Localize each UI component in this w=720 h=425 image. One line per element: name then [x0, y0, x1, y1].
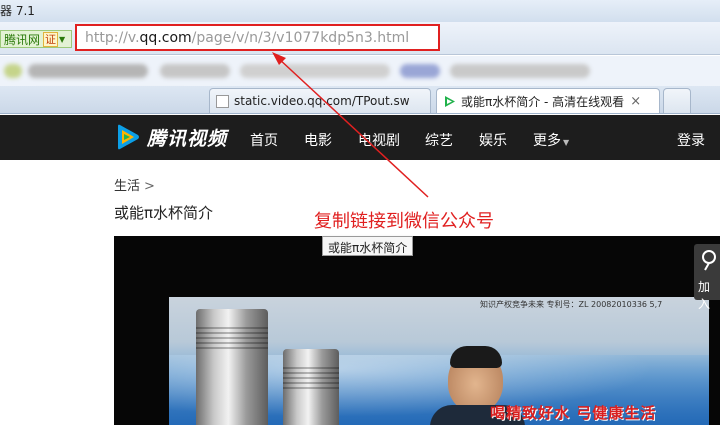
nav-home[interactable]: 首页	[250, 130, 278, 150]
bookmark-item[interactable]	[28, 64, 148, 78]
site-identity-badge[interactable]: 腾讯网 证 ▼	[0, 30, 72, 48]
tencent-video-logo-icon	[118, 124, 139, 150]
video-title: 或能π水杯简介	[114, 204, 214, 222]
chevron-down-icon: ▼	[563, 138, 570, 147]
bookmark-favicon[interactable]	[4, 64, 22, 78]
bookmark-item[interactable]	[450, 64, 590, 78]
side-widget-label: 加入	[698, 280, 711, 311]
login-link[interactable]: 登录	[677, 130, 705, 150]
browser-title: 器 7.1	[0, 4, 35, 18]
annotation-text: 复制链接到微信公众号	[314, 211, 494, 232]
site-logo[interactable]: 腾讯视频	[115, 122, 227, 152]
breadcrumb: 生活 >	[114, 175, 155, 194]
heart-icon	[702, 250, 716, 271]
video-slogan: 喝精致好水 弓健康生活	[490, 404, 657, 422]
steel-cup-image	[196, 309, 268, 425]
url-scheme: http://v.	[85, 29, 140, 46]
nav-variety[interactable]: 综艺	[425, 130, 453, 150]
logo-text: 腾讯视频	[147, 127, 228, 150]
title-tooltip: 或能π水杯简介	[322, 236, 414, 256]
certificate-icon[interactable]: 证	[43, 31, 59, 47]
tencent-video-icon	[443, 95, 456, 108]
nav-movies[interactable]: 电影	[304, 130, 332, 150]
url-host: qq.com	[139, 29, 192, 46]
presenter-hair	[450, 346, 502, 368]
chevron-down-icon[interactable]: ▼	[59, 35, 65, 44]
url-path: /page/v/n/3/v1077kdp5n3.html	[191, 29, 410, 46]
site-identity-name: 腾讯网	[4, 32, 41, 47]
tab-label: 或能π水杯简介 - 高清在线观看	[461, 94, 625, 109]
page-icon	[216, 94, 229, 108]
nav-more[interactable]: 更多 ▼	[533, 130, 569, 150]
breadcrumb-separator: >	[144, 179, 155, 194]
nav-tv[interactable]: 电视剧	[358, 130, 400, 150]
breadcrumb-item[interactable]: 生活	[114, 179, 140, 194]
tab-label: static.video.qq.com/TPout.sw	[234, 94, 410, 108]
steel-cup-image	[283, 349, 339, 425]
bookmark-item[interactable]	[400, 64, 440, 78]
nav-entertainment[interactable]: 娱乐	[479, 130, 507, 150]
nav-more-label: 更多	[533, 133, 561, 149]
bookmark-item[interactable]	[160, 64, 230, 78]
tab-video-page[interactable]: 或能π水杯简介 - 高清在线观看 ×	[436, 88, 660, 113]
bookmarks-bar	[0, 56, 720, 102]
new-tab-button[interactable]	[663, 88, 691, 113]
tab-static-video[interactable]: static.video.qq.com/TPout.sw	[209, 88, 431, 113]
video-caption: 知识产权竞争未来 专利号：ZL 20082010336 5,7	[480, 300, 663, 309]
close-icon[interactable]: ×	[630, 94, 641, 109]
bookmark-item[interactable]	[240, 64, 390, 78]
browser-titlebar	[0, 0, 720, 22]
address-bar[interactable]: http://v. qq.com/page/v/n/3/v1077kdp5n3.h…	[75, 24, 440, 51]
